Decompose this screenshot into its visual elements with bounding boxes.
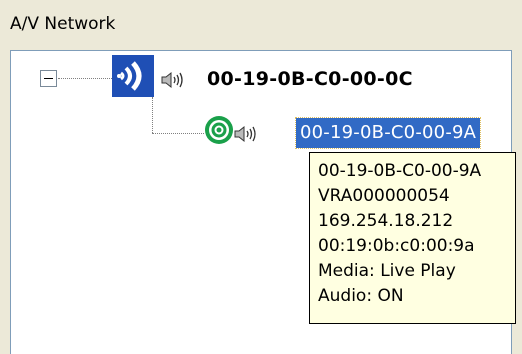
tree-connector bbox=[152, 97, 153, 133]
tree-connector bbox=[58, 78, 112, 79]
speaker-icon bbox=[233, 124, 259, 144]
tree-connector bbox=[152, 133, 204, 134]
tooltip-line-media: Media: Live Play bbox=[318, 261, 456, 281]
tooltip-line-audio: Audio: ON bbox=[318, 286, 404, 306]
device-info-tooltip: 00-19-0B-C0-00-9A VRA000000054 169.254.1… bbox=[309, 152, 516, 324]
wireless-transmitter-icon[interactable] bbox=[112, 55, 154, 97]
tooltip-line-mac: 00-19-0B-C0-00-9A bbox=[318, 161, 482, 181]
tooltip-line-address: 00:19:0b:c0:00:9a bbox=[318, 236, 475, 256]
child-node-label-selected[interactable]: 00-19-0B-C0-00-9A bbox=[294, 117, 482, 149]
receiver-target-icon[interactable] bbox=[204, 115, 234, 145]
av-network-panel: A/V Network 00-19-0B-C0-00-0C 00-19-0B-C… bbox=[0, 0, 522, 354]
collapse-toggle[interactable] bbox=[40, 70, 57, 87]
speaker-icon bbox=[160, 70, 186, 90]
tooltip-line-serial: VRA000000054 bbox=[318, 186, 450, 206]
tooltip-line-ip: 169.254.18.212 bbox=[318, 211, 454, 231]
panel-title: A/V Network bbox=[10, 14, 116, 34]
parent-node-label[interactable]: 00-19-0B-C0-00-0C bbox=[207, 68, 413, 90]
